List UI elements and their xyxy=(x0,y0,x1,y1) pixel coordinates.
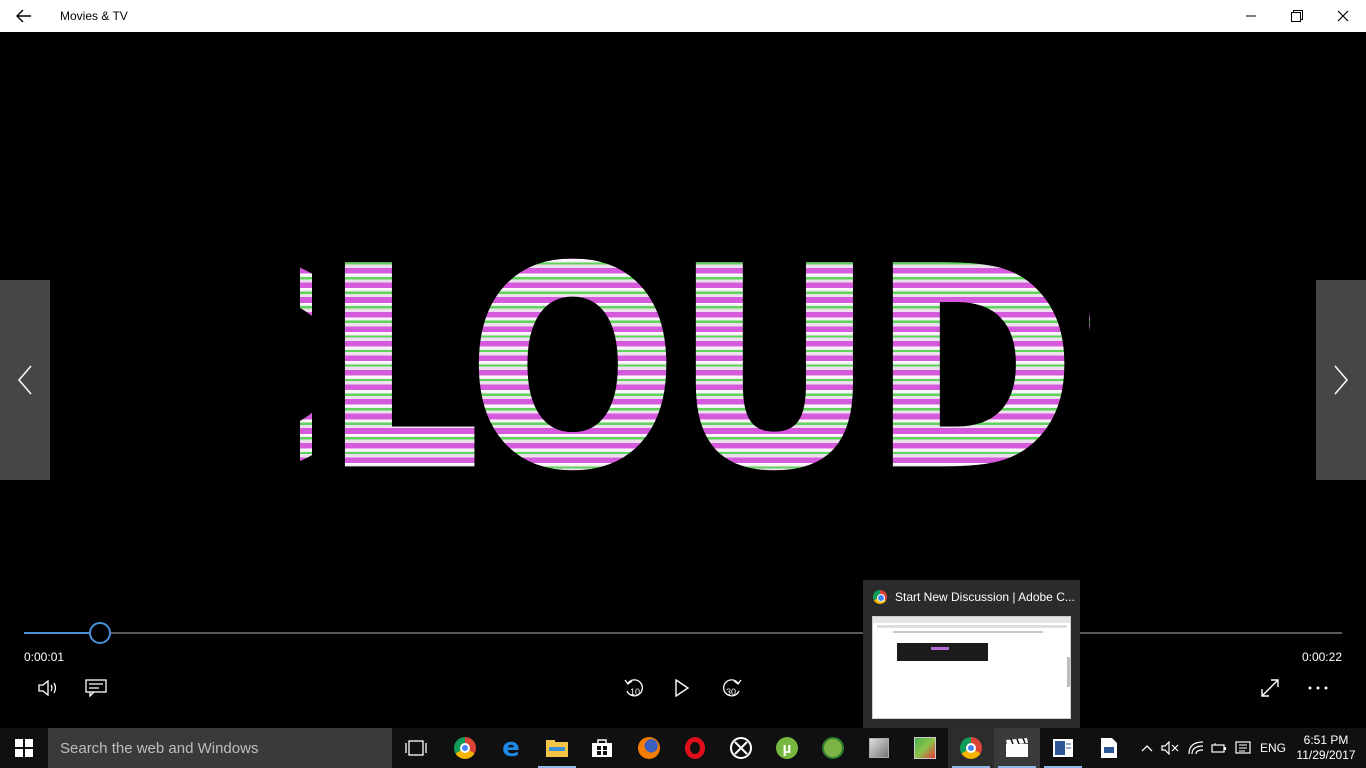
window-title: Movies & TV xyxy=(60,9,128,23)
chevron-up-icon xyxy=(1141,745,1153,752)
battery-icon xyxy=(1211,743,1226,753)
close-button[interactable] xyxy=(1320,0,1366,32)
more-icon xyxy=(1308,686,1328,690)
notifications-icon xyxy=(1235,741,1251,754)
back-arrow-icon xyxy=(16,9,31,23)
opera-icon xyxy=(685,737,705,759)
close-icon xyxy=(1337,10,1349,22)
taskbar-android-studio[interactable] xyxy=(810,728,856,768)
restore-icon xyxy=(1291,10,1303,22)
network-tray-button[interactable] xyxy=(1184,728,1208,768)
app-icon xyxy=(869,738,889,758)
taskbar-thumbnail-preview[interactable]: Start New Discussion | Adobe C... xyxy=(863,580,1080,728)
restore-button[interactable] xyxy=(1274,0,1320,32)
store-icon xyxy=(592,739,612,757)
language-label: ENG xyxy=(1259,741,1286,755)
input-language[interactable]: ENG xyxy=(1256,728,1290,768)
seek-bar[interactable] xyxy=(24,622,1342,644)
more-options-button[interactable] xyxy=(1300,672,1336,704)
taskbar-chrome[interactable] xyxy=(442,728,488,768)
chrome-icon xyxy=(873,590,887,604)
skip-forward-button[interactable]: 30 xyxy=(713,672,749,704)
play-button[interactable] xyxy=(664,672,700,704)
wifi-icon xyxy=(1188,741,1204,755)
word-icon xyxy=(1053,739,1073,757)
minimize-icon xyxy=(1246,15,1256,17)
video-overlay-text: CLOUDS xyxy=(144,206,1252,533)
next-button[interactable] xyxy=(1316,280,1366,480)
preview-title: Start New Discussion | Adobe C... xyxy=(895,590,1075,604)
taskbar-chrome-active[interactable] xyxy=(948,728,994,768)
movies-tv-icon xyxy=(1006,738,1028,757)
elapsed-time: 0:00:01 xyxy=(24,650,65,664)
previous-button[interactable] xyxy=(0,280,50,480)
task-view-icon xyxy=(405,740,427,756)
firefox-icon xyxy=(638,737,660,759)
volume-button[interactable] xyxy=(30,672,66,704)
volume-icon xyxy=(38,679,57,697)
taskbar-app[interactable] xyxy=(856,728,902,768)
taskbar-xbox[interactable] xyxy=(718,728,764,768)
skip-back-icon: 10 xyxy=(624,679,643,697)
game-icon xyxy=(914,737,936,759)
taskbar-utorrent[interactable]: µ xyxy=(764,728,810,768)
clock-time: 6:51 PM xyxy=(1303,733,1349,747)
captions-icon xyxy=(85,679,107,697)
start-button[interactable] xyxy=(0,728,48,768)
taskbar-movies-tv[interactable] xyxy=(994,728,1040,768)
volume-tray-button[interactable] xyxy=(1158,728,1182,768)
chevron-left-icon xyxy=(18,365,32,395)
document-icon xyxy=(1101,738,1117,758)
xbox-icon xyxy=(730,737,752,759)
skip-back-button[interactable]: 10 xyxy=(617,672,653,704)
skip-back-label: 10 xyxy=(630,687,640,697)
skip-forward-icon: 30 xyxy=(723,679,742,697)
file-explorer-icon xyxy=(546,740,568,757)
chrome-icon xyxy=(454,737,476,759)
play-icon xyxy=(675,679,690,697)
taskbar-opera[interactable] xyxy=(672,728,718,768)
chrome-icon xyxy=(960,737,982,759)
taskbar-game[interactable] xyxy=(902,728,948,768)
clock-date: 11/29/2017 xyxy=(1296,748,1356,762)
volume-muted-icon xyxy=(1161,741,1179,755)
clock[interactable]: 6:51 PM 11/29/2017 xyxy=(1292,728,1360,768)
taskbar-store[interactable] xyxy=(579,728,625,768)
taskbar-word[interactable] xyxy=(1040,728,1086,768)
full-screen-icon xyxy=(1261,679,1279,697)
search-box[interactable]: Search the web and Windows xyxy=(48,728,392,768)
taskbar-document[interactable] xyxy=(1086,728,1132,768)
chevron-right-icon xyxy=(1334,365,1348,395)
back-button[interactable] xyxy=(0,0,48,32)
battery-tray-button[interactable] xyxy=(1208,728,1230,768)
video-canvas[interactable]: CLOUDS 0:00:01 0:00:22 10 30 xyxy=(0,32,1366,728)
taskbar-firefox[interactable] xyxy=(626,728,672,768)
windows-logo-icon xyxy=(15,739,33,757)
taskbar-file-explorer[interactable] xyxy=(534,728,580,768)
android-studio-icon xyxy=(822,737,844,759)
edge-icon: e xyxy=(502,733,520,763)
taskbar-edge[interactable]: e xyxy=(488,728,534,768)
utorrent-icon: µ xyxy=(776,737,798,759)
skip-forward-label: 30 xyxy=(726,687,736,697)
seek-thumb[interactable] xyxy=(89,622,111,644)
full-screen-button[interactable] xyxy=(1252,672,1288,704)
preview-screenshot xyxy=(872,616,1071,719)
search-placeholder: Search the web and Windows xyxy=(60,740,259,757)
title-bar: Movies & TV xyxy=(0,0,1366,32)
total-duration: 0:00:22 xyxy=(1301,650,1342,664)
captions-button[interactable] xyxy=(78,672,114,704)
taskbar: Search the web and Windows e µ ENG 6:51 … xyxy=(0,728,1366,768)
task-view-button[interactable] xyxy=(393,728,439,768)
show-hidden-icons-button[interactable] xyxy=(1136,728,1158,768)
action-center-button[interactable] xyxy=(1232,728,1254,768)
minimize-button[interactable] xyxy=(1228,0,1274,32)
